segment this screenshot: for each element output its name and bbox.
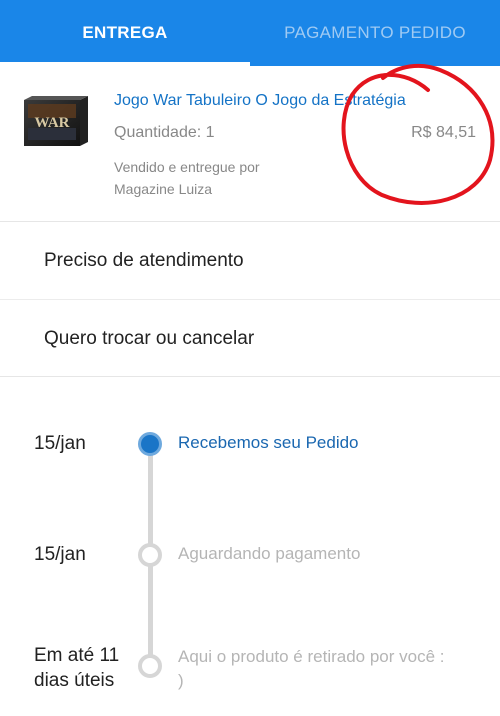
product-price: R$ 84,51 [411, 124, 476, 141]
product-card[interactable]: WAR Jogo War Tabuleiro O Jogo da Estraté… [0, 66, 500, 222]
seller-caption: Vendido e entregue por [114, 159, 260, 175]
product-thumbnail: WAR [24, 94, 88, 150]
menu-item-help-label: Preciso de atendimento [44, 250, 244, 271]
timeline-date-line: Em até 11 [34, 645, 120, 666]
product-quantity: Quantidade: 1 [114, 124, 215, 141]
tab-delivery[interactable]: ENTREGA [0, 0, 250, 66]
divider [0, 376, 500, 377]
tab-payment[interactable]: PAGAMENTO PEDIDO [250, 0, 500, 66]
timeline-dot [138, 654, 162, 678]
menu-item-help[interactable]: Preciso de atendimento [0, 222, 500, 300]
timeline-step-label: Recebemos seu Pedido [178, 433, 359, 452]
seller-info: Vendido e entregue por Magazine Luiza [114, 156, 334, 200]
tab-bar: ENTREGA PAGAMENTO PEDIDO [0, 0, 500, 66]
timeline-date: 15/jan [34, 544, 86, 565]
timeline-date-multiline: Em até 11 dias úteis [34, 643, 119, 693]
menu-item-exchange-label: Quero trocar ou cancelar [44, 328, 255, 349]
menu-item-exchange[interactable]: Quero trocar ou cancelar [0, 299, 500, 378]
product-title[interactable]: Jogo War Tabuleiro O Jogo da Estratégia [114, 92, 484, 110]
timeline-dot-active [138, 432, 162, 456]
seller-name: Magazine Luiza [114, 181, 213, 197]
timeline-date: 15/jan [34, 433, 86, 454]
timeline-date-line: dias úteis [34, 670, 115, 691]
timeline-step-label: Aguardando pagamento [178, 544, 361, 563]
thumbnail-logo-text: WAR [34, 115, 69, 131]
timeline-step-label: Aqui o produto é retirado por você : ) [178, 647, 445, 690]
timeline-dot [138, 543, 162, 567]
